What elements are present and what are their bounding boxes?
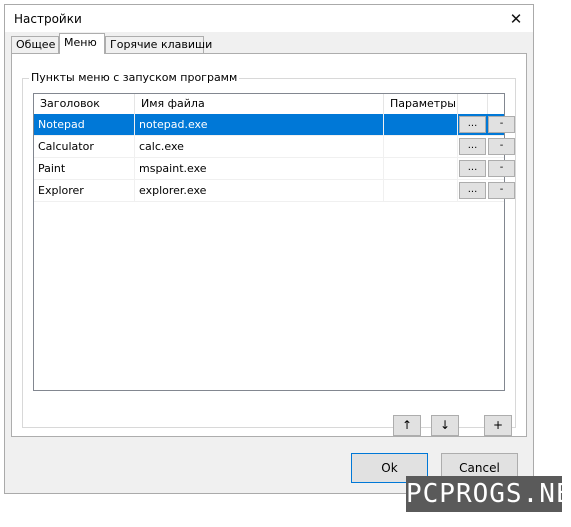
row-file: calc.exe: [135, 136, 384, 157]
tab-hotkeys[interactable]: Горячие клавиши: [105, 36, 212, 53]
close-icon: ✕: [509, 9, 523, 28]
table-row[interactable]: Calculator calc.exe ... -: [34, 136, 515, 158]
move-up-button[interactable]: ↑: [393, 415, 421, 436]
row-file: explorer.exe: [135, 180, 384, 201]
row-params[interactable]: [384, 158, 458, 179]
remove-button[interactable]: -: [488, 116, 515, 133]
row-title: Paint: [34, 158, 135, 179]
remove-button[interactable]: -: [488, 138, 515, 155]
column-header-params[interactable]: Параметры: [384, 94, 458, 114]
column-header-remove: [488, 94, 504, 114]
settings-dialog: Настройки ✕ Общее Меню Горячие клавиши П…: [4, 4, 534, 494]
row-params[interactable]: [384, 136, 458, 157]
row-file: notepad.exe: [135, 114, 384, 135]
browse-button[interactable]: ...: [459, 138, 486, 155]
arrow-down-icon: ↓: [439, 418, 451, 432]
row-file: mspaint.exe: [135, 158, 384, 179]
plus-icon: +: [492, 418, 504, 432]
tab-menu[interactable]: Меню: [59, 33, 105, 54]
list-header: Заголовок Имя файла Параметры: [34, 94, 504, 115]
title-bar: Настройки ✕: [5, 5, 533, 32]
watermark-logo: PCPROGS.NET: [406, 476, 571, 512]
menu-items-group: Пункты меню с запуском программ Заголово…: [22, 71, 516, 436]
table-row[interactable]: Explorer explorer.exe ... -: [34, 180, 515, 202]
window-title: Настройки: [14, 12, 82, 26]
browse-button[interactable]: ...: [459, 160, 486, 177]
arrow-up-icon: ↑: [401, 418, 413, 432]
table-row[interactable]: Paint mspaint.exe ... -: [34, 158, 515, 180]
column-header-title[interactable]: Заголовок: [34, 94, 135, 114]
remove-button[interactable]: -: [488, 160, 515, 177]
browse-button[interactable]: ...: [459, 182, 486, 199]
tab-page-menu: Пункты меню с запуском программ Заголово…: [11, 53, 527, 437]
group-title: Пункты меню с запуском программ: [29, 71, 240, 84]
remove-button[interactable]: -: [488, 182, 515, 199]
browse-button[interactable]: ...: [459, 116, 486, 133]
row-title: Calculator: [34, 136, 135, 157]
column-header-file[interactable]: Имя файла: [135, 94, 384, 114]
row-title: Explorer: [34, 180, 135, 201]
row-params[interactable]: [384, 114, 458, 135]
menu-items-list[interactable]: Заголовок Имя файла Параметры Notepad no…: [33, 93, 515, 391]
column-header-browse: [458, 94, 488, 114]
close-button[interactable]: ✕: [499, 5, 533, 32]
move-down-button[interactable]: ↓: [431, 415, 459, 436]
add-item-button[interactable]: +: [484, 415, 512, 436]
row-title: Notepad: [34, 114, 135, 135]
table-row[interactable]: Notepad notepad.exe ... -: [34, 114, 515, 136]
tab-general[interactable]: Общее: [11, 36, 59, 53]
row-params[interactable]: [384, 180, 458, 201]
